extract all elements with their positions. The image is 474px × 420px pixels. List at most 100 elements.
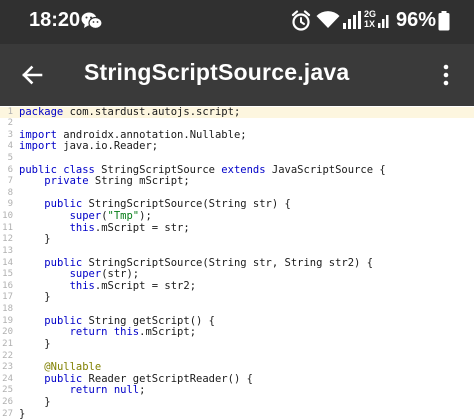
battery-icon: [438, 11, 450, 35]
status-time: 18:20: [29, 9, 81, 31]
line-number: 5: [7, 152, 13, 163]
line-number: 7: [7, 176, 13, 187]
code-text: .mScript;: [139, 326, 197, 339]
wifi-icon: [316, 11, 340, 33]
code-text: }: [19, 407, 26, 420]
code-line[interactable]: 27}: [0, 407, 474, 420]
line-number: 10: [2, 211, 13, 222]
line-number: 17: [2, 292, 13, 303]
code-text: );: [139, 210, 152, 223]
app-toolbar: StringScriptSource.java: [0, 44, 474, 106]
signal-icon: [342, 11, 362, 33]
code-text: .mScript = str2;: [94, 279, 197, 292]
code-text: }: [19, 291, 51, 304]
code-keyword: import: [19, 128, 57, 141]
code-text: }: [19, 233, 51, 246]
code-text: StringScriptSource(String str) {: [82, 198, 291, 211]
code-text: package com.stardust.autojs.script;: [19, 106, 241, 119]
code-text: String getScript() {: [82, 314, 215, 327]
code-keyword: super: [69, 210, 102, 223]
code-annotation: @Nullable: [44, 361, 102, 374]
line-number: 9: [7, 199, 13, 210]
code-line[interactable]: 4 import java.io.Reader;: [0, 141, 474, 153]
arrow-back-icon: [22, 65, 43, 85]
line-number: 21: [2, 338, 13, 349]
code-keyword: this: [69, 279, 95, 292]
code-line[interactable]: 12 }: [0, 234, 474, 246]
line-number: 3: [7, 129, 13, 140]
back-button[interactable]: [14, 57, 50, 93]
line-number: 8: [7, 187, 13, 198]
line-number: 25: [2, 385, 13, 396]
alarm-icon: [291, 10, 311, 36]
code-line[interactable]: 7 private String mScript;: [0, 175, 474, 188]
code-editor[interactable]: 1 package com.stardust.autojs.script; 2 3 im…: [0, 106, 474, 420]
code-text: androidx.annotation.Nullable;: [56, 128, 247, 141]
line-number: 26: [2, 397, 13, 407]
line-number: 22: [2, 350, 13, 361]
code-text: java.io.Reader;: [56, 140, 159, 153]
line-number: 4: [7, 141, 13, 152]
wechat-icon: [81, 11, 103, 35]
code-keyword: return null: [69, 384, 140, 397]
line-number: 18: [2, 304, 13, 315]
code-text: StringScriptSource(String str, String st…: [82, 256, 374, 269]
code-line[interactable]: 25 return null;: [0, 385, 474, 397]
code-line[interactable]: 21 }: [0, 338, 474, 351]
line-number: 1: [7, 106, 13, 117]
code-keyword: super: [69, 268, 102, 281]
code-line[interactable]: 20 return this.mScript;: [0, 326, 474, 339]
code-text: String mScript;: [88, 175, 190, 188]
code-keyword: private: [44, 175, 89, 188]
status-bar: 18:20 2G 1X 96%: [0, 0, 474, 44]
code-text: private String mScript;: [19, 175, 190, 188]
code-text: import java.io.Reader;: [19, 141, 158, 153]
line-number: 19: [2, 315, 13, 326]
code-line[interactable]: 16 this.mScript = str2;: [0, 279, 474, 293]
code-line[interactable]: 1 package com.stardust.autojs.script;: [0, 106, 474, 119]
line-number: 6: [7, 164, 13, 175]
more-vert-icon: [443, 64, 449, 86]
code-line[interactable]: 26 }: [0, 396, 474, 409]
code-keyword: return this: [69, 326, 140, 339]
line-number: 2: [7, 118, 13, 129]
code-text: }: [19, 338, 50, 351]
code-text: Reader getScriptReader() {: [82, 372, 253, 385]
line-number: 12: [2, 234, 13, 245]
code-text: com.stardust.autojs.script;: [63, 106, 241, 118]
line-number: 27: [2, 408, 13, 419]
code-text: (str);: [101, 268, 140, 281]
code-keyword: public: [44, 314, 83, 327]
code-text: }: [19, 291, 51, 304]
battery-percent: 96%: [396, 9, 437, 31]
line-number: 23: [2, 362, 13, 373]
page-title: StringScriptSource.java: [84, 59, 350, 85]
more-options-button[interactable]: [428, 57, 464, 93]
line-number: 13: [2, 245, 13, 256]
code-string: "Tmp": [107, 210, 140, 223]
code-text: StringScriptSource: [94, 163, 222, 176]
code-text: }: [19, 407, 26, 420]
line-number: 14: [2, 257, 13, 268]
code-keyword: public: [44, 198, 83, 211]
code-line[interactable]: 17 }: [0, 292, 474, 304]
code-keyword: this: [69, 221, 95, 234]
code-keyword: package: [19, 106, 64, 118]
code-text: }: [19, 396, 51, 408]
code-keyword: public: [44, 372, 83, 385]
line-number: 24: [2, 373, 13, 384]
code-keyword: extends: [221, 163, 266, 176]
code-line[interactable]: 11 this.mScript = str;: [0, 221, 474, 235]
code-text: .mScript = str;: [94, 221, 190, 234]
code-keyword: import: [19, 140, 57, 153]
